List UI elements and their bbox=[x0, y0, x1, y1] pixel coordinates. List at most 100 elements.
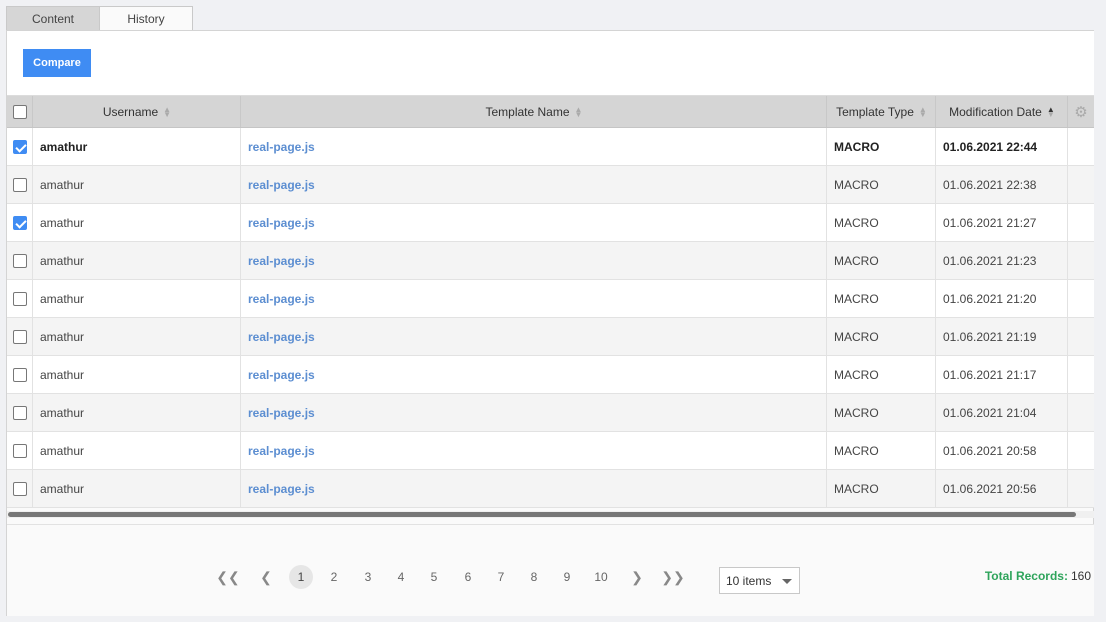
last-page-button[interactable]: ❯❯ bbox=[661, 565, 685, 589]
scrollbar-thumb[interactable] bbox=[8, 512, 1076, 517]
row-checkbox[interactable] bbox=[12, 405, 27, 420]
page-number-1[interactable]: 1 bbox=[289, 565, 313, 589]
page-number-10[interactable]: 10 bbox=[589, 565, 613, 589]
tab-history[interactable]: History bbox=[100, 6, 193, 31]
template-name-cell: real-page.js bbox=[241, 432, 827, 469]
template-type-cell: MACRO bbox=[827, 280, 936, 317]
template-link[interactable]: real-page.js bbox=[248, 292, 315, 306]
select-all-checkbox[interactable] bbox=[12, 104, 27, 119]
template-type-cell: MACRO bbox=[827, 166, 936, 203]
row-checkbox[interactable] bbox=[12, 291, 27, 306]
compare-button[interactable]: Compare bbox=[23, 49, 91, 77]
page-number-6[interactable]: 6 bbox=[456, 565, 480, 589]
column-label: Template Type bbox=[836, 104, 914, 119]
template-link[interactable]: real-page.js bbox=[248, 368, 315, 382]
modification-date-cell: 01.06.2021 21:19 bbox=[936, 318, 1068, 355]
template-type-cell: MACRO bbox=[827, 128, 936, 165]
row-select-cell bbox=[7, 356, 33, 393]
username-cell: amathur bbox=[33, 166, 241, 203]
empty-cell bbox=[1068, 432, 1094, 469]
row-select-cell bbox=[7, 204, 33, 241]
select-all-cell bbox=[7, 96, 33, 127]
template-link[interactable]: real-page.js bbox=[248, 406, 315, 420]
column-header-username[interactable]: Username ▲ ▼ bbox=[33, 96, 241, 127]
prev-page-button[interactable]: ❮ bbox=[254, 565, 278, 589]
template-link[interactable]: real-page.js bbox=[248, 330, 315, 344]
empty-cell bbox=[1068, 356, 1094, 393]
horizontal-scrollbar[interactable] bbox=[7, 511, 1094, 518]
template-name-cell: real-page.js bbox=[241, 394, 827, 431]
column-header-template-type[interactable]: Template Type ▲ ▼ bbox=[827, 96, 936, 127]
template-name-cell: real-page.js bbox=[241, 128, 827, 165]
username-cell: amathur bbox=[33, 280, 241, 317]
row-checkbox[interactable] bbox=[12, 177, 27, 192]
empty-cell bbox=[1068, 280, 1094, 317]
table-row[interactable]: amathur real-page.js MACRO 01.06.2021 20:58 bbox=[7, 432, 1094, 470]
template-link[interactable]: real-page.js bbox=[248, 140, 315, 154]
username-cell: amathur bbox=[33, 242, 241, 279]
template-name-cell: real-page.js bbox=[241, 166, 827, 203]
page-number-5[interactable]: 5 bbox=[422, 565, 446, 589]
row-checkbox[interactable] bbox=[12, 443, 27, 458]
page-number-9[interactable]: 9 bbox=[555, 565, 579, 589]
modification-date-cell: 01.06.2021 21:17 bbox=[936, 356, 1068, 393]
modification-date-cell: 01.06.2021 22:38 bbox=[936, 166, 1068, 203]
sort-arrows-icon: ▲ ▼ bbox=[574, 104, 583, 119]
row-checkbox[interactable] bbox=[12, 215, 27, 230]
column-header-template-name[interactable]: Template Name ▲ ▼ bbox=[241, 96, 827, 127]
template-name-cell: real-page.js bbox=[241, 204, 827, 241]
template-link[interactable]: real-page.js bbox=[248, 444, 315, 458]
row-checkbox[interactable] bbox=[12, 329, 27, 344]
sort-ascending-icon: ▲ ▼ bbox=[1046, 104, 1055, 119]
next-page-button[interactable]: ❯ bbox=[625, 565, 649, 589]
total-records-value: 160 bbox=[1070, 569, 1091, 583]
empty-cell bbox=[1068, 470, 1094, 507]
template-type-cell: MACRO bbox=[827, 394, 936, 431]
column-settings-cell[interactable]: ⚙ bbox=[1068, 96, 1094, 127]
tab-content[interactable]: Content bbox=[6, 6, 100, 31]
row-checkbox[interactable] bbox=[12, 481, 27, 496]
page-size-select[interactable]: 10 items bbox=[719, 567, 800, 594]
page-number-7[interactable]: 7 bbox=[489, 565, 513, 589]
row-checkbox[interactable] bbox=[12, 367, 27, 382]
table-row[interactable]: amathur real-page.js MACRO 01.06.2021 21:17 bbox=[7, 356, 1094, 394]
row-checkbox[interactable] bbox=[12, 139, 27, 154]
table-row[interactable]: amathur real-page.js MACRO 01.06.2021 20:56 bbox=[7, 470, 1094, 508]
template-name-cell: real-page.js bbox=[241, 470, 827, 507]
table-row[interactable]: amathur real-page.js MACRO 01.06.2021 21:27 bbox=[7, 204, 1094, 242]
empty-cell bbox=[1068, 128, 1094, 165]
template-link[interactable]: real-page.js bbox=[248, 178, 315, 192]
table-row[interactable]: amathur real-page.js MACRO 01.06.2021 22:38 bbox=[7, 166, 1094, 204]
row-select-cell bbox=[7, 470, 33, 507]
page-number-2[interactable]: 2 bbox=[322, 565, 346, 589]
column-header-modification-date[interactable]: Modification Date ▲ ▼ bbox=[936, 96, 1068, 127]
table-row[interactable]: amathur real-page.js MACRO 01.06.2021 21:19 bbox=[7, 318, 1094, 356]
table-row[interactable]: amathur real-page.js MACRO 01.06.2021 21:20 bbox=[7, 280, 1094, 318]
username-cell: amathur bbox=[33, 204, 241, 241]
template-link[interactable]: real-page.js bbox=[248, 254, 315, 268]
page-number-3[interactable]: 3 bbox=[356, 565, 380, 589]
row-checkbox[interactable] bbox=[12, 253, 27, 268]
template-name-cell: real-page.js bbox=[241, 356, 827, 393]
table-row[interactable]: amathur real-page.js MACRO 01.06.2021 21:04 bbox=[7, 394, 1094, 432]
column-label: Modification Date bbox=[949, 104, 1042, 119]
username-cell: amathur bbox=[33, 128, 241, 165]
template-link[interactable]: real-page.js bbox=[248, 216, 315, 230]
pagination-bar: ❮❮ ❮ 1 2 3 4 5 6 7 8 9 10 ❯ ❯❯ 10 items Total Rec… bbox=[7, 524, 1094, 616]
template-type-cell: MACRO bbox=[827, 242, 936, 279]
page-number-8[interactable]: 8 bbox=[522, 565, 546, 589]
username-cell: amathur bbox=[33, 394, 241, 431]
row-select-cell bbox=[7, 394, 33, 431]
page-number-4[interactable]: 4 bbox=[389, 565, 413, 589]
table-row[interactable]: amathur real-page.js MACRO 01.06.2021 21:23 bbox=[7, 242, 1094, 280]
template-type-cell: MACRO bbox=[827, 356, 936, 393]
template-name-cell: real-page.js bbox=[241, 242, 827, 279]
gear-icon[interactable]: ⚙ bbox=[1074, 103, 1087, 121]
first-page-button[interactable]: ❮❮ bbox=[216, 565, 240, 589]
empty-cell bbox=[1068, 318, 1094, 355]
tab-bar: Content History bbox=[6, 6, 193, 31]
table-row[interactable]: amathur real-page.js MACRO 01.06.2021 22:44 bbox=[7, 128, 1094, 166]
modification-date-cell: 01.06.2021 20:58 bbox=[936, 432, 1068, 469]
template-link[interactable]: real-page.js bbox=[248, 482, 315, 496]
column-label: Template Name bbox=[485, 104, 570, 119]
